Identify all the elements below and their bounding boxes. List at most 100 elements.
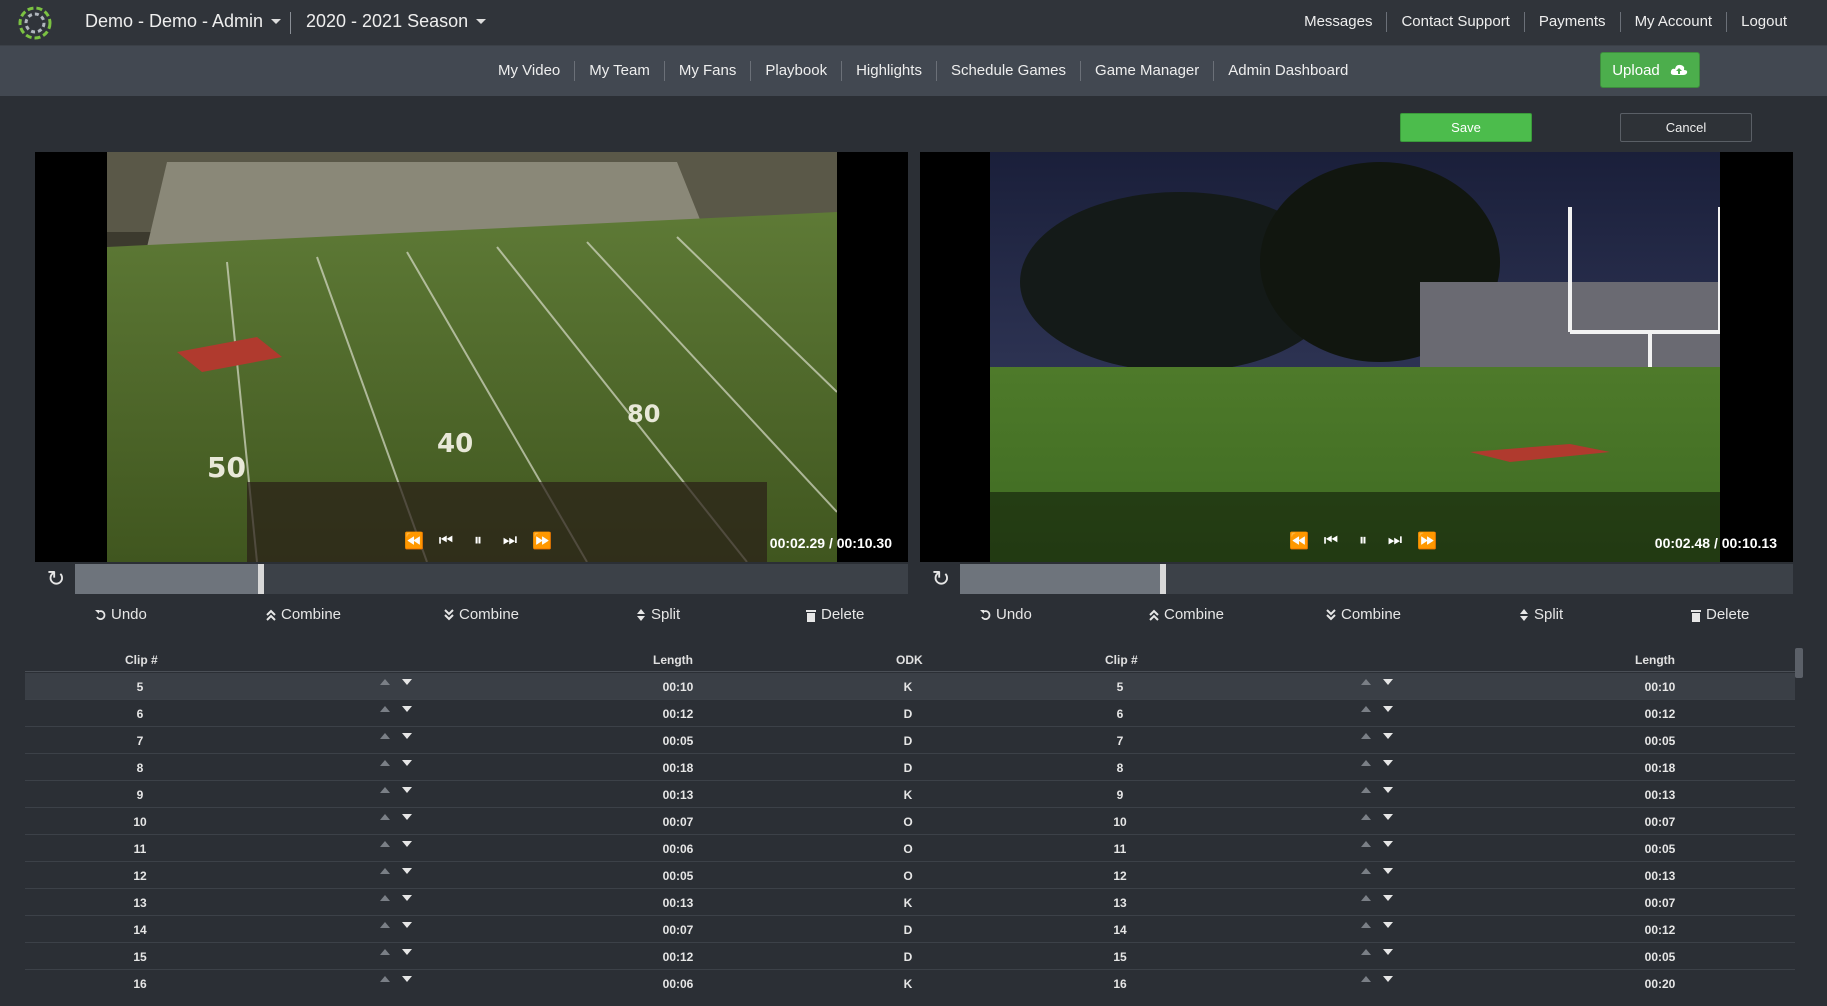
table-row[interactable]: 5 00:10 K 5 00:10 — [25, 673, 1795, 700]
refresh-icon[interactable]: ↻ — [928, 566, 954, 592]
move-down-icon[interactable] — [1383, 841, 1393, 847]
move-down-icon[interactable] — [402, 733, 412, 739]
nav-admin-dashboard[interactable]: Admin Dashboard — [1213, 61, 1362, 81]
messages-link[interactable]: Messages — [1290, 12, 1386, 32]
move-up-icon[interactable] — [380, 706, 390, 712]
timeline-track-right[interactable] — [960, 564, 1793, 594]
table-row[interactable]: 6 00:12 D 6 00:12 — [25, 700, 1795, 727]
timeline-track-left[interactable] — [75, 564, 908, 594]
move-down-icon[interactable] — [402, 922, 412, 928]
table-row[interactable]: 8 00:18 D 8 00:18 — [25, 754, 1795, 781]
move-down-icon[interactable] — [1383, 679, 1393, 685]
move-up-icon[interactable] — [380, 922, 390, 928]
move-down-icon[interactable] — [1383, 760, 1393, 766]
upload-button[interactable]: Upload — [1600, 52, 1700, 88]
move-up-icon[interactable] — [380, 733, 390, 739]
team-switcher[interactable]: Demo - Demo - Admin — [85, 11, 282, 32]
undo-button[interactable]: Undo — [980, 606, 1032, 623]
table-row[interactable]: 11 00:06 O 11 00:05 — [25, 835, 1795, 862]
move-up-icon[interactable] — [1361, 868, 1371, 874]
move-up-icon[interactable] — [1361, 760, 1371, 766]
move-down-icon[interactable] — [1383, 868, 1393, 874]
logout-link[interactable]: Logout — [1726, 12, 1801, 32]
move-up-icon[interactable] — [380, 841, 390, 847]
move-up-icon[interactable] — [1361, 949, 1371, 955]
move-down-icon[interactable] — [1383, 814, 1393, 820]
table-scrollbar[interactable] — [1795, 648, 1803, 990]
table-row[interactable]: 13 00:13 K 13 00:07 — [25, 889, 1795, 916]
step-forward-icon[interactable]: ⏭ — [499, 530, 521, 552]
move-up-icon[interactable] — [1361, 895, 1371, 901]
move-down-icon[interactable] — [402, 841, 412, 847]
video-player-left[interactable]: 50 40 80 ⏪ ⏮ ⏸ ⏭ ⏩ 00:02.29 / 00:10.30 — [35, 152, 908, 562]
move-up-icon[interactable] — [380, 760, 390, 766]
table-scrollbar-thumb[interactable] — [1795, 648, 1803, 678]
nav-my-video[interactable]: My Video — [484, 61, 574, 81]
move-down-icon[interactable] — [402, 976, 412, 982]
move-down-icon[interactable] — [402, 814, 412, 820]
save-button[interactable]: Save — [1400, 113, 1532, 142]
season-switcher[interactable]: 2020 - 2021 Season — [306, 11, 487, 32]
move-down-icon[interactable] — [402, 706, 412, 712]
combine-down-button[interactable]: Combine — [443, 606, 519, 623]
app-logo-icon[interactable] — [16, 4, 54, 42]
cancel-button[interactable]: Cancel — [1620, 113, 1752, 142]
move-down-icon[interactable] — [1383, 895, 1393, 901]
delete-button[interactable]: Delete — [805, 606, 864, 623]
undo-button[interactable]: Undo — [95, 606, 147, 623]
table-row[interactable]: 9 00:13 K 9 00:13 — [25, 781, 1795, 808]
move-up-icon[interactable] — [380, 814, 390, 820]
move-up-icon[interactable] — [1361, 787, 1371, 793]
delete-button[interactable]: Delete — [1690, 606, 1749, 623]
move-up-icon[interactable] — [380, 976, 390, 982]
nav-my-fans[interactable]: My Fans — [663, 61, 751, 81]
contact-support-link[interactable]: Contact Support — [1386, 12, 1523, 32]
move-down-icon[interactable] — [402, 760, 412, 766]
move-down-icon[interactable] — [402, 949, 412, 955]
rewind-icon[interactable]: ⏪ — [403, 530, 425, 552]
move-up-icon[interactable] — [380, 949, 390, 955]
pause-icon[interactable]: ⏸ — [467, 530, 489, 552]
combine-down-button[interactable]: Combine — [1325, 606, 1401, 623]
my-account-link[interactable]: My Account — [1619, 12, 1727, 32]
move-up-icon[interactable] — [1361, 976, 1371, 982]
move-up-icon[interactable] — [1361, 814, 1371, 820]
split-button[interactable]: Split — [1518, 606, 1563, 623]
table-row[interactable]: 7 00:05 D 7 00:05 — [25, 727, 1795, 754]
table-row[interactable]: 16 00:06 K 16 00:20 — [25, 970, 1795, 990]
move-up-icon[interactable] — [1361, 922, 1371, 928]
move-up-icon[interactable] — [1361, 733, 1371, 739]
move-up-icon[interactable] — [380, 895, 390, 901]
move-up-icon[interactable] — [1361, 679, 1371, 685]
move-down-icon[interactable] — [1383, 976, 1393, 982]
move-up-icon[interactable] — [380, 787, 390, 793]
video-player-right[interactable]: ⏪ ⏮ ⏸ ⏭ ⏩ 00:02.48 / 00:10.13 — [920, 152, 1793, 562]
fast-forward-icon[interactable]: ⏩ — [1416, 530, 1438, 552]
step-back-icon[interactable]: ⏮ — [1320, 530, 1342, 552]
step-forward-icon[interactable]: ⏭ — [1384, 530, 1406, 552]
move-up-icon[interactable] — [380, 868, 390, 874]
move-down-icon[interactable] — [402, 787, 412, 793]
move-down-icon[interactable] — [402, 895, 412, 901]
move-up-icon[interactable] — [1361, 706, 1371, 712]
split-button[interactable]: Split — [635, 606, 680, 623]
move-down-icon[interactable] — [1383, 787, 1393, 793]
step-back-icon[interactable]: ⏮ — [435, 530, 457, 552]
move-down-icon[interactable] — [1383, 949, 1393, 955]
move-down-icon[interactable] — [1383, 922, 1393, 928]
nav-playbook[interactable]: Playbook — [750, 61, 841, 81]
payments-link[interactable]: Payments — [1523, 12, 1620, 32]
timeline-handle-left[interactable] — [258, 564, 265, 594]
timeline-handle-right[interactable] — [1159, 564, 1166, 594]
pause-icon[interactable]: ⏸ — [1352, 530, 1374, 552]
combine-up-button[interactable]: Combine — [265, 606, 341, 623]
table-row[interactable]: 10 00:07 O 10 00:07 — [25, 808, 1795, 835]
refresh-icon[interactable]: ↻ — [43, 566, 69, 592]
fast-forward-icon[interactable]: ⏩ — [531, 530, 553, 552]
move-down-icon[interactable] — [1383, 733, 1393, 739]
move-down-icon[interactable] — [1383, 706, 1393, 712]
combine-up-button[interactable]: Combine — [1148, 606, 1224, 623]
nav-my-team[interactable]: My Team — [574, 61, 664, 81]
move-up-icon[interactable] — [1361, 841, 1371, 847]
move-down-icon[interactable] — [402, 679, 412, 685]
